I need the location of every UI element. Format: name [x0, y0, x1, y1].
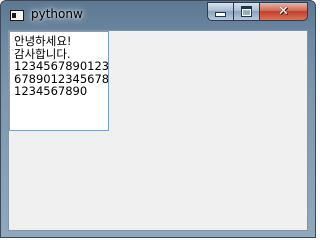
python-window: pythonw ✕ 안녕하세요! 감사합니다. 123456789012345 …: [0, 0, 316, 238]
text-line: 1234567890: [14, 84, 88, 98]
window-title: pythonw: [31, 7, 83, 21]
minimize-icon: [215, 12, 226, 17]
maximize-button[interactable]: [233, 2, 260, 21]
minimize-button[interactable]: [207, 2, 234, 21]
client-area: 안녕하세요! 감사합니다. 123456789012345 6789012345…: [8, 30, 308, 231]
app-icon[interactable]: [10, 10, 24, 21]
close-button[interactable]: ✕: [259, 2, 308, 21]
maximize-icon: [241, 6, 252, 17]
title-bar[interactable]: pythonw ✕: [1, 1, 315, 29]
text-box[interactable]: 안녕하세요! 감사합니다. 123456789012345 6789012345…: [9, 31, 109, 131]
close-icon: ✕: [278, 4, 289, 19]
text-line: 123456789012345: [14, 59, 109, 73]
text-line: 안녕하세요!: [14, 34, 72, 48]
